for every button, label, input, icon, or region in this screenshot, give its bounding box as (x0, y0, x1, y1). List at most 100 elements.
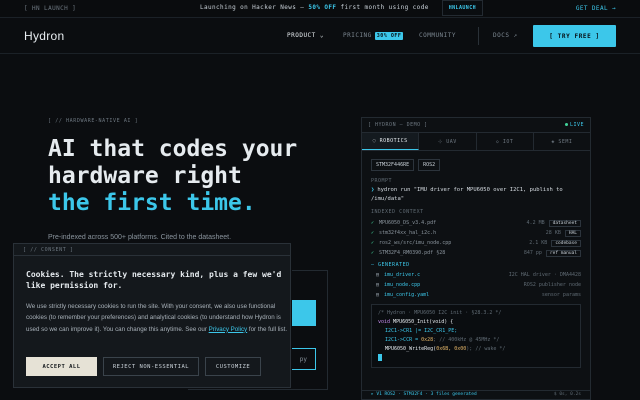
hero-secondary-label: py (299, 355, 307, 363)
announce-code: HNLAUNCH (441, 0, 484, 16)
nav-docs[interactable]: DOCS ↗ (493, 32, 518, 39)
code-text: I2C1->CR1 |= I2C_CR1_PE; (385, 328, 458, 334)
context-name: stm32f4xx_hal_i2c.h (379, 230, 437, 236)
generated-file[interactable]: ▤ imu_driver.c I2C HAL driver · DMA4428 (362, 270, 590, 280)
hero-headline: AI that codes your hardware right the fi… (48, 136, 297, 217)
check-icon: ✓ (371, 250, 375, 256)
live-indicator: LIVE (564, 122, 584, 128)
context-tag: datasheet (548, 219, 581, 227)
cookie-title: Cookies. The strictly necessary kind, pl… (26, 270, 282, 290)
announcement-bar: [ HN LAUNCH ] Launching on Hacker News —… (0, 0, 640, 18)
prompt-text: ❯ hydron run "IMU driver for MPU6050 over… (362, 184, 590, 206)
context-tag: codebase (551, 239, 581, 247)
generated-file-name: imu_config.yaml (384, 292, 430, 298)
code-text: MPU6050_WriteReg( (385, 346, 437, 352)
chip-framework: ROS2 (418, 159, 441, 171)
code-comment: /* Hydron · MPU6050 I2C init · §28.3.2 *… (378, 310, 502, 316)
demo-footer-timing: $ 0s, 0.2s (553, 392, 581, 397)
context-size: 847 pp (523, 250, 542, 256)
nav-pricing[interactable]: PRICING 30% OFF (343, 32, 404, 40)
hero-eyebrow: [ // HARDWARE-NATIVE AI ] (48, 118, 139, 124)
generated-file-desc: sensor params (541, 292, 581, 298)
tab-iot[interactable]: ◇ IOT (477, 133, 534, 150)
context-item: ✓ ros2_ws/src/imu_node.cpp 2.1 KB codebase (362, 238, 590, 248)
context-size: 28 KB (545, 230, 561, 236)
generated-file[interactable]: ▤ imu_node.cpp ROS2 publisher node (362, 280, 590, 290)
generated-file-name: imu_node.cpp (384, 282, 421, 288)
file-icon: ▤ (376, 282, 380, 288)
announce-highlight: 50% OFF (308, 4, 337, 11)
pricing-badge: 30% OFF (374, 32, 404, 40)
tab-uav[interactable]: ⊹ UAV (419, 133, 477, 150)
headline-line-3: the first time. (48, 190, 256, 216)
announce-mid: first month using code (336, 4, 433, 11)
context-label: INDEXED CONTEXT (371, 209, 424, 215)
code-line: MPU6050_WriteReg(0x6B, 0x00); // wake */ (378, 345, 574, 354)
cookie-body-tail: for the full list. (247, 325, 288, 333)
target-chips: STM32F446RE ROS2 (362, 151, 590, 171)
check-icon: ✓ (371, 220, 375, 226)
code-line: I2C1->CR1 |= I2C_CR1_PE; (378, 327, 574, 336)
code-inline-comment: ; // 400kHz @ 45MHz */ (433, 337, 500, 343)
demo-footer-status: ▸ V1 ROS2 · STM32F4 · 3 files generated (371, 392, 477, 397)
nav-community[interactable]: COMMUNITY (419, 32, 456, 39)
prompt-caret-icon: ❯ (371, 187, 375, 193)
file-icon: ▤ (376, 292, 380, 298)
prompt-command: hydron run "IMU driver for MPU6050 over … (371, 187, 563, 202)
code-text: I2C1->CCR = (385, 337, 422, 343)
context-tag: HAL (564, 229, 581, 237)
headline-line-1: AI that codes your (48, 136, 298, 162)
cookie-consent-dialog: [ // CONSENT ] Cookies. The strictly nec… (13, 243, 291, 388)
announce-prefix: Launching on Hacker News — (200, 4, 309, 11)
code-preview: /* Hydron · MPU6050 I2C init · §28.3.2 *… (371, 304, 581, 368)
demo-title: [ HYDRON — DEMO ] (368, 122, 428, 128)
nav-pricing-label: PRICING (343, 32, 372, 39)
context-item: ✓ MPU6050_DS_v3.4.pdf 4.2 MB datasheet (362, 218, 590, 228)
code-number: 0x28 (421, 337, 434, 343)
generated-file-desc: I2C HAL driver · DMA4428 (508, 272, 581, 278)
consent-tag: [ // CONSENT ] (14, 244, 290, 256)
nav-product[interactable]: PRODUCT ⌄ (287, 32, 324, 39)
code-number: 0x6B, 0x00 (436, 346, 467, 352)
generated-file[interactable]: ▤ imu_config.yaml sensor params (362, 290, 590, 300)
headline-line-2: hardware right (48, 163, 242, 189)
tab-semi[interactable]: ◈ SEMI (534, 133, 590, 150)
demo-tabs: ◌ ROBOTICS ⊹ UAV ◇ IOT ◈ SEMI (362, 133, 590, 151)
context-name: STM32F4_RM0390.pdf §28 (379, 250, 446, 256)
nav-divider (478, 27, 479, 45)
live-label: LIVE (569, 122, 584, 128)
context-item: ✓ stm32f4xx_hal_i2c.h 28 KB HAL (362, 228, 590, 238)
generated-file-name: imu_driver.c (384, 272, 421, 278)
context-name: ros2_ws/src/imu_node.cpp (379, 240, 452, 246)
context-size: 2.1 KB (529, 240, 548, 246)
file-icon: ▤ (376, 272, 380, 278)
check-icon: ✓ (371, 240, 375, 246)
demo-footer: ▸ V1 ROS2 · STM32F4 · 3 files generated … (362, 390, 590, 399)
top-nav: Hydron PRODUCT ⌄ PRICING 30% OFF COMMUNIT… (0, 18, 640, 54)
code-inline-comment: ); // wake */ (466, 346, 506, 352)
accept-all-button[interactable]: ACCEPT ALL (26, 357, 97, 376)
demo-panel: [ HYDRON — DEMO ] LIVE ◌ ROBOTICS ⊹ UAV … (361, 117, 591, 400)
customize-button[interactable]: CUSTOMIZE (205, 357, 261, 376)
logo[interactable]: Hydron (24, 29, 64, 43)
demo-header: [ HYDRON — DEMO ] LIVE (362, 118, 590, 133)
code-function: MPU6050_Init(void) { (390, 319, 454, 325)
generated-file-desc: ROS2 publisher node (523, 282, 581, 288)
text-cursor-icon (378, 354, 382, 361)
privacy-policy-link[interactable]: Privacy Policy (209, 326, 248, 333)
announce-message: Launching on Hacker News — 50% OFF first… (200, 0, 492, 16)
context-size: 4.2 MB (526, 220, 545, 226)
tab-robotics[interactable]: ◌ ROBOTICS (362, 133, 420, 150)
announce-tag: [ HN LAUNCH ] (24, 5, 77, 12)
context-tag: ref manual (545, 249, 581, 257)
try-free-button[interactable]: [ TRY FREE ] (533, 25, 616, 47)
context-name: MPU6050_DS_v3.4.pdf (379, 220, 437, 226)
code-keyword: void (378, 319, 391, 325)
code-signature: void MPU6050_Init(void) { (378, 318, 574, 327)
generated-label: — GENERATED (371, 262, 410, 268)
code-line: I2C1->CCR = 0x28; // 400kHz @ 45MHz */ (378, 336, 574, 345)
live-dot-icon (564, 123, 568, 126)
get-deal-link[interactable]: GET DEAL → (576, 5, 616, 12)
reject-non-essential-button[interactable]: REJECT NON-ESSENTIAL (103, 357, 199, 376)
chip-mcu: STM32F446RE (371, 159, 415, 171)
